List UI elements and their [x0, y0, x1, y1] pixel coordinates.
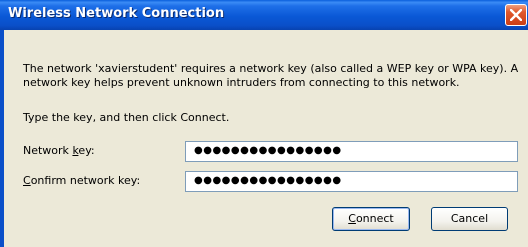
- wireless-network-connection-dialog: Wireless Network Connection The network …: [0, 0, 528, 247]
- instruction-text: Type the key, and then click Connect.: [23, 111, 230, 124]
- dialog-title: Wireless Network Connection: [8, 6, 225, 21]
- confirm-network-key-label: Confirm network key:: [23, 174, 141, 187]
- close-button[interactable]: [505, 4, 527, 26]
- connect-button[interactable]: Connect: [332, 207, 410, 231]
- window-left-border: [0, 30, 4, 247]
- title-bar[interactable]: Wireless Network Connection: [0, 0, 528, 30]
- network-key-label: Network key:: [23, 144, 95, 157]
- close-x-icon: [510, 9, 522, 21]
- cancel-button[interactable]: Cancel: [431, 207, 508, 231]
- confirm-network-key-input[interactable]: ●●●●●●●●●●●●●●●●: [185, 171, 518, 192]
- message-line-2: network key helps prevent unknown intrud…: [23, 76, 460, 89]
- network-key-input[interactable]: ●●●●●●●●●●●●●●●●: [185, 141, 518, 162]
- network-key-message: The network 'xavierstudent' requires a n…: [23, 62, 528, 90]
- message-line-1: The network 'xavierstudent' requires a n…: [23, 62, 519, 75]
